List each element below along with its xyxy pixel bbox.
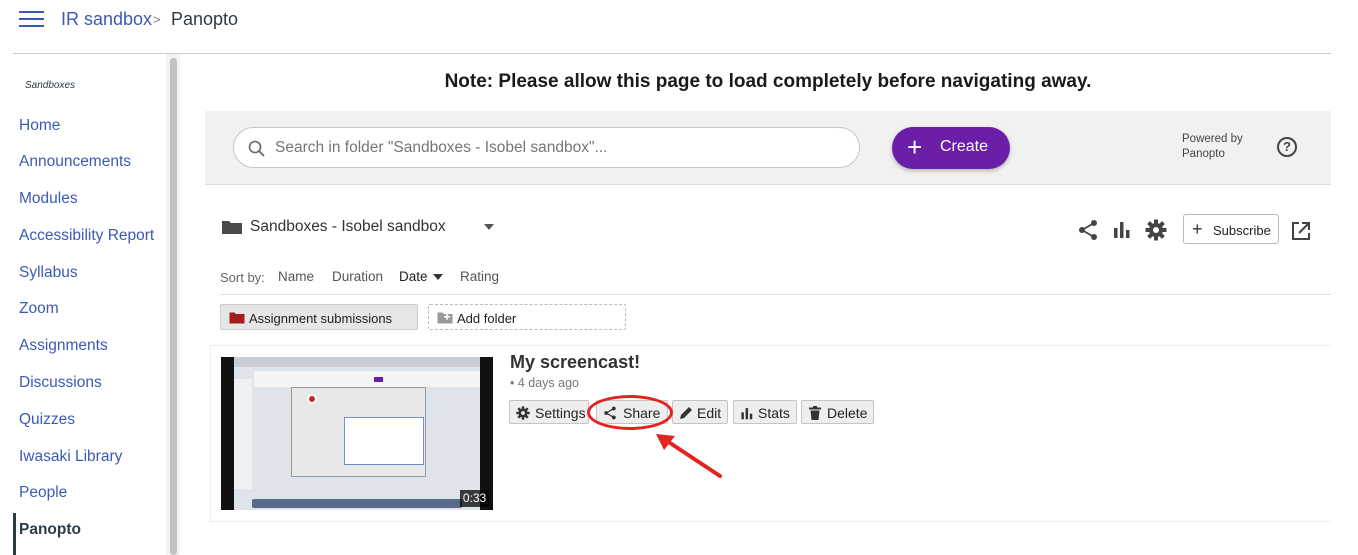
folder-name[interactable]: Sandboxes - Isobel sandbox [250, 218, 446, 236]
subfolder-assignment-submissions[interactable]: Assignment submissions [220, 304, 418, 330]
search-input[interactable]: Search in folder "Sandboxes - Isobel san… [233, 127, 860, 168]
plus-icon: + [1192, 219, 1203, 239]
sort-option-name[interactable]: Name [278, 269, 314, 284]
record-icon [307, 394, 317, 404]
thumbnail-toolbar [234, 357, 480, 367]
gear-icon[interactable] [1145, 219, 1167, 241]
edit-button[interactable]: Edit [672, 400, 728, 424]
annotation-circle [587, 395, 673, 430]
create-button[interactable]: + Create [892, 127, 1010, 169]
session-divider [210, 521, 1331, 522]
session-divider [210, 345, 211, 522]
sort-option-rating[interactable]: Rating [460, 269, 499, 284]
edit-label: Edit [697, 405, 722, 421]
stats-button[interactable]: Stats [733, 400, 797, 424]
add-folder-label: Add folder [457, 311, 517, 326]
breadcrumb-separator-icon: > [153, 12, 161, 27]
sort-by-label: Sort by: [220, 270, 265, 285]
trash-icon [809, 406, 821, 420]
breadcrumb-course-link[interactable]: IR sandbox [61, 9, 152, 30]
folder-dropdown-icon[interactable] [484, 224, 494, 230]
settings-label: Settings [535, 405, 586, 421]
pencil-icon [680, 407, 692, 419]
folder-red-icon [229, 312, 245, 324]
thumbnail-dialog-inner [344, 417, 424, 465]
session-date: • 4 days ago [510, 376, 580, 390]
session-title[interactable]: My screencast! [510, 352, 640, 373]
sidebar-item-quizzes[interactable]: Quizzes [19, 411, 75, 429]
share-folder-icon[interactable] [1077, 219, 1099, 241]
search-placeholder: Search in folder "Sandboxes - Isobel san… [275, 139, 608, 156]
subfolder-label: Assignment submissions [249, 311, 393, 326]
sidebar-item-announcements[interactable]: Announcements [19, 153, 131, 171]
top-bar: IR sandbox > Panopto [0, 0, 1358, 40]
sidebar-item-syllabus[interactable]: Syllabus [19, 264, 78, 282]
sidebar-title: Sandboxes [25, 80, 76, 91]
panopto-header: Search in folder "Sandboxes - Isobel san… [205, 111, 1331, 185]
folder-icon [222, 221, 242, 234]
add-folder-button[interactable]: Add folder [428, 304, 626, 330]
search-icon [248, 140, 265, 157]
sidebar-item-accessibility-report[interactable]: Accessibility Report [19, 227, 154, 245]
create-label: Create [940, 138, 989, 155]
stats-icon[interactable] [1112, 219, 1132, 239]
load-note: Note: Please allow this page to load com… [444, 71, 1092, 92]
thumbnail-header [254, 371, 480, 387]
stats-icon [741, 408, 753, 420]
sort-descending-icon[interactable] [433, 274, 443, 280]
sidebar-item-people[interactable]: People [19, 484, 67, 502]
sort-option-duration[interactable]: Duration [332, 269, 383, 284]
header-divider [13, 53, 1331, 54]
subscribe-button[interactable]: + Subscribe [1183, 214, 1279, 244]
sidebar-item-iwasaki-library[interactable]: Iwasaki Library [19, 448, 122, 466]
plus-icon: + [907, 132, 923, 162]
sort-divider [220, 294, 1331, 295]
duration-badge: 0:33 [460, 490, 489, 507]
session-divider [210, 345, 1331, 346]
sidebar-active-indicator [13, 513, 16, 555]
thumbnail-screen [234, 357, 480, 510]
thumbnail-sidebar [234, 379, 252, 489]
add-folder-icon [437, 312, 453, 324]
sidebar-scrollbar-thumb[interactable] [170, 58, 177, 555]
sidebar-item-assignments[interactable]: Assignments [19, 337, 108, 355]
sidebar-item-modules[interactable]: Modules [19, 190, 78, 208]
sort-option-date[interactable]: Date [399, 269, 428, 284]
thumbnail-accent [374, 377, 383, 382]
sidebar-item-discussions[interactable]: Discussions [19, 374, 102, 392]
powered-by-panopto: Powered by Panopto [1182, 133, 1243, 160]
subscribe-label: Subscribe [1213, 223, 1271, 238]
session-thumbnail[interactable] [221, 357, 493, 510]
settings-button[interactable]: Settings [509, 400, 589, 424]
stats-label: Stats [758, 405, 790, 421]
delete-button[interactable]: Delete [801, 400, 874, 424]
annotation-arrow-icon [656, 434, 722, 478]
course-sidebar: Sandboxes Home Announcements Modules Acc… [0, 54, 170, 555]
delete-label: Delete [827, 405, 868, 421]
open-external-icon[interactable] [1291, 221, 1311, 241]
hamburger-menu-icon[interactable] [19, 11, 44, 29]
sidebar-item-panopto[interactable]: Panopto [19, 521, 81, 539]
gear-icon [516, 406, 530, 420]
sidebar-item-home[interactable]: Home [19, 117, 60, 135]
sidebar-item-zoom[interactable]: Zoom [19, 300, 59, 318]
breadcrumb-current: Panopto [171, 9, 239, 29]
help-icon[interactable]: ? [1277, 137, 1297, 157]
thumbnail-dock [252, 499, 462, 508]
